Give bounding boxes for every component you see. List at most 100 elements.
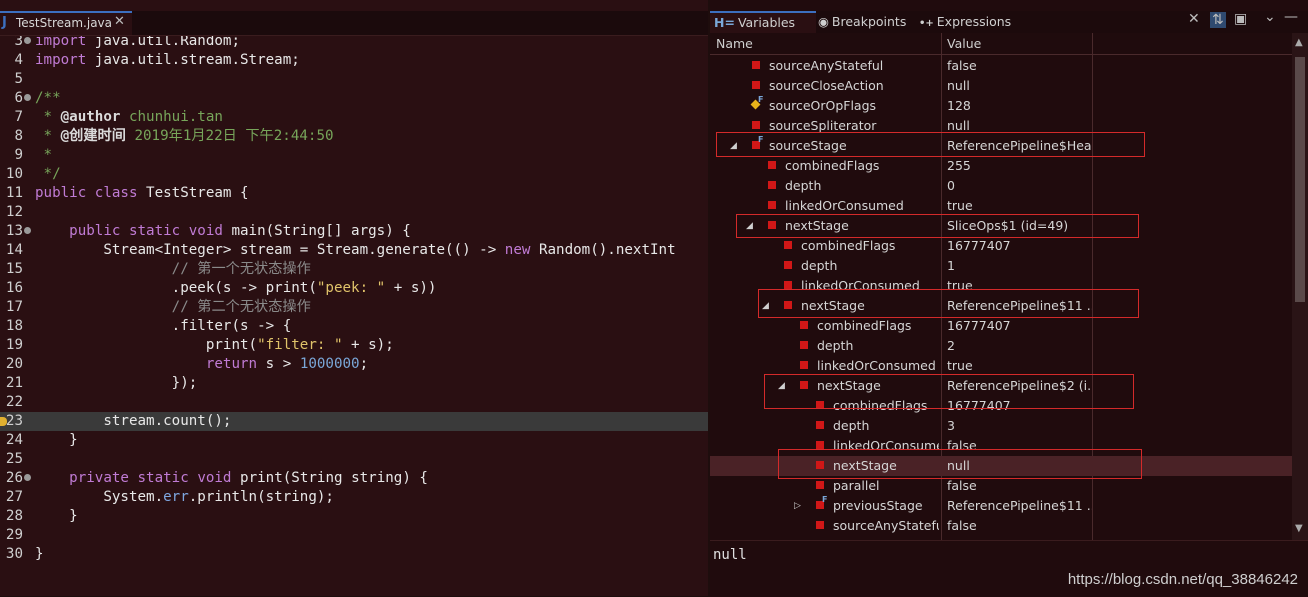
detail-pane[interactable]: null (710, 540, 1308, 597)
fold-icon[interactable] (24, 227, 31, 234)
code-line[interactable]: 5 (0, 70, 708, 89)
code-line[interactable]: 27 System.err.println(string); (0, 488, 708, 507)
expand-arrow-icon[interactable]: ▷ (794, 496, 801, 516)
code-line[interactable]: 13 public static void main(String[] args… (0, 222, 708, 241)
tab-variables[interactable]: H= Variables (710, 11, 816, 33)
breakpoint-icon[interactable] (0, 417, 7, 426)
variable-name: sourceCloseAction (769, 78, 884, 93)
code-line[interactable]: 18 .filter(s -> { (0, 317, 708, 336)
private-field-icon (768, 181, 776, 189)
variable-value: 16777407 (947, 318, 1011, 333)
variable-row[interactable]: combinedFlags 255 (710, 156, 1292, 176)
fold-icon[interactable] (24, 37, 31, 44)
variable-value: true (947, 358, 973, 373)
code-line[interactable]: 23 stream.count(); (0, 412, 708, 431)
code-line[interactable]: 7 * @author chunhui.tan (0, 108, 708, 127)
code-line[interactable]: 24 } (0, 431, 708, 450)
private-field-icon (784, 281, 792, 289)
minimize-icon[interactable]: — (1284, 9, 1298, 25)
variable-name: depth (817, 338, 854, 353)
tab-breakpoints-label: Breakpoints (831, 14, 907, 29)
code-text: // 第二个无状态操作 (35, 299, 311, 315)
line-number: 25 (5, 451, 23, 467)
tab-breakpoints[interactable]: ◉ Breakpoints (818, 11, 918, 33)
variable-row[interactable]: ▷ FpreviousStage ReferencePipeline$11 ... (710, 495, 1292, 516)
remove-all-icon[interactable]: ✕ (1188, 11, 1200, 27)
code-line[interactable]: 15 // 第一个无状态操作 (0, 260, 708, 279)
code-text: import java.util.stream.Stream; (35, 52, 300, 68)
variable-row[interactable]: linkedOrConsumed true (710, 196, 1292, 216)
variable-row[interactable]: sourceAnyStateful false (710, 516, 1292, 536)
scroll-up-icon[interactable]: ▲ (1295, 37, 1303, 48)
line-number: 27 (5, 489, 23, 505)
variable-row[interactable]: sourceCloseAction null (710, 76, 1292, 96)
scrollbar-thumb[interactable] (1295, 57, 1305, 302)
column-value-header[interactable]: Value (947, 36, 981, 51)
code-line[interactable]: 10 */ (0, 165, 708, 184)
code-line[interactable]: 17 // 第二个无状态操作 (0, 298, 708, 317)
variable-row[interactable]: depth 0 (710, 176, 1292, 196)
line-number: 16 (5, 280, 23, 296)
code-line[interactable]: 6 /** (0, 89, 708, 108)
code-line[interactable]: 11 public class TestStream { (0, 184, 708, 203)
code-text: return s > 1000000; (205, 356, 369, 372)
variable-value: 2 (947, 338, 955, 353)
line-number: 20 (5, 356, 23, 372)
variable-row[interactable]: depth 2 (710, 336, 1292, 356)
fold-icon[interactable] (24, 94, 31, 101)
variable-row[interactable]: linkedOrConsumed true (710, 356, 1292, 376)
layout-icon[interactable]: ▣ (1234, 11, 1247, 27)
show-tree-icon[interactable]: ⇅ (1210, 12, 1226, 28)
variable-row[interactable]: depth 1 (710, 256, 1292, 276)
variable-row[interactable]: sourceAnyStateful false (710, 56, 1292, 76)
final-modifier-icon: F (822, 495, 828, 504)
fold-icon[interactable] (24, 474, 31, 481)
code-line[interactable]: 20 return s > 1000000; (0, 355, 708, 374)
final-modifier-icon: F (758, 95, 764, 104)
scroll-down-icon[interactable]: ▼ (1295, 523, 1303, 534)
code-line[interactable]: 19 print("filter: " + s); (0, 336, 708, 355)
view-menu-icon[interactable]: ⌄ (1264, 9, 1276, 25)
java-file-icon: J (2, 15, 7, 30)
private-field-icon (816, 441, 824, 449)
code-editor[interactable]: 2package stream;3import java.util.Random… (0, 0, 708, 596)
editor-tab-teststream[interactable]: J TestStream.java ✕ (0, 11, 132, 35)
private-field-icon (816, 521, 824, 529)
code-text: */ (35, 166, 61, 182)
variable-row[interactable]: depth 3 (710, 416, 1292, 436)
variable-row[interactable]: FsourceOrOpFlags 128 (710, 95, 1292, 116)
expressions-icon: •+ (919, 18, 934, 29)
code-line[interactable]: 26 private static void print(String stri… (0, 469, 708, 488)
code-line[interactable]: 8 * @创建时间 2019年1月22日 下午2:44:50 (0, 127, 708, 146)
code-line[interactable]: 16 .peek(s -> print("peek: " + s)) (0, 279, 708, 298)
private-field-icon (768, 201, 776, 209)
variable-row[interactable]: parallel false (710, 476, 1292, 496)
code-line[interactable]: 14 Stream<Integer> stream = Stream.gener… (0, 241, 708, 260)
line-number: 4 (14, 52, 23, 68)
variable-row[interactable]: combinedFlags 16777407 (710, 316, 1292, 336)
code-line[interactable]: 25 (0, 450, 708, 469)
code-line[interactable]: 30} (0, 545, 708, 564)
line-number: 17 (5, 299, 23, 315)
code-line[interactable]: 12 (0, 203, 708, 222)
line-number: 24 (5, 432, 23, 448)
code-line[interactable]: 29 (0, 526, 708, 545)
code-text: * @创建时间 2019年1月22日 下午2:44:50 (35, 128, 334, 144)
close-icon[interactable]: ✕ (114, 14, 125, 29)
variable-row[interactable]: combinedFlags 16777407 (710, 236, 1292, 256)
code-text: } (35, 546, 44, 562)
code-line[interactable]: 21 }); (0, 374, 708, 393)
variable-value: false (947, 518, 977, 533)
tab-expressions[interactable]: •+ Expressions (919, 11, 1019, 33)
code-line[interactable]: 22 (0, 393, 708, 412)
vertical-scrollbar[interactable]: ▲ ▼ (1292, 33, 1308, 540)
code-text: } (35, 432, 78, 448)
variable-name: depth (785, 178, 822, 193)
variable-name: combinedFlags (785, 158, 880, 173)
variables-table-header: Name Value (710, 33, 1292, 55)
code-line[interactable]: 9 * (0, 146, 708, 165)
code-line[interactable]: 4 import java.util.stream.Stream; (0, 51, 708, 70)
column-name-header[interactable]: Name (716, 36, 753, 51)
variables-view: H= Variables ◉ Breakpoints •+ Expressions ✕… (710, 0, 1308, 597)
code-line[interactable]: 28 } (0, 507, 708, 526)
